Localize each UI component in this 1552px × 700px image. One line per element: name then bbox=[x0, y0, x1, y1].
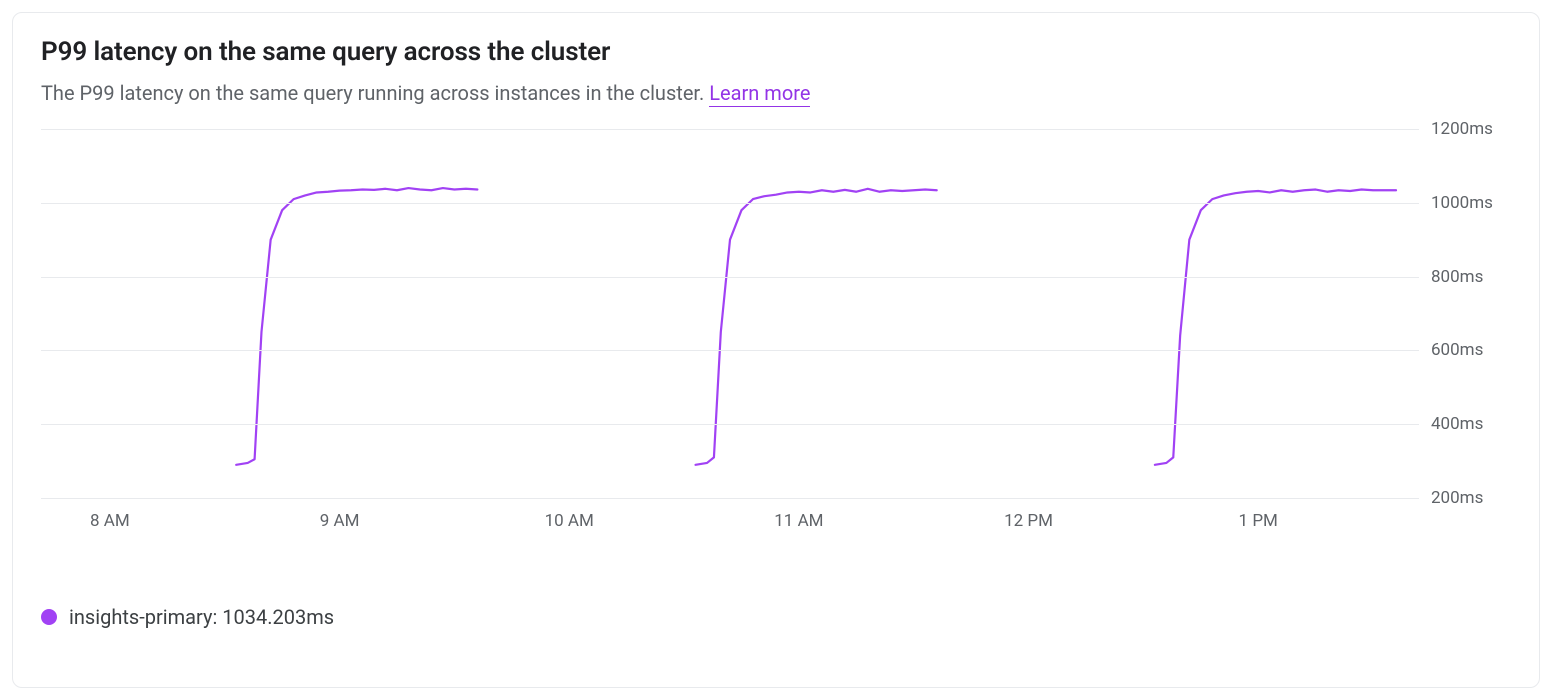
y-tick-label: 400ms bbox=[1431, 414, 1483, 434]
y-tick-label: 600ms bbox=[1431, 340, 1483, 360]
x-tick-label: 11 AM bbox=[774, 511, 823, 531]
legend-swatch-icon bbox=[41, 609, 57, 625]
x-tick-label: 10 AM bbox=[545, 511, 594, 531]
x-tick-label: 12 PM bbox=[1004, 511, 1053, 531]
y-tick-label: 800ms bbox=[1431, 267, 1483, 287]
chart-area: 200ms400ms600ms800ms1000ms1200ms 8 AM9 A… bbox=[41, 129, 1511, 549]
gridline bbox=[41, 350, 1419, 351]
chart-subtitle: The P99 latency on the same query runnin… bbox=[41, 81, 1511, 105]
x-tick-label: 1 PM bbox=[1239, 511, 1278, 531]
legend-series-name: insights-primary bbox=[69, 605, 212, 629]
x-tick-label: 8 AM bbox=[90, 511, 130, 531]
y-tick-label: 1200ms bbox=[1431, 119, 1493, 139]
y-axis: 200ms400ms600ms800ms1000ms1200ms bbox=[1431, 129, 1511, 499]
learn-more-link[interactable]: Learn more bbox=[709, 81, 810, 107]
subtitle-text: The P99 latency on the same query runnin… bbox=[41, 81, 709, 105]
legend-text: insights-primary: 1034.203ms bbox=[69, 605, 334, 629]
plot-area[interactable] bbox=[41, 129, 1419, 499]
x-axis: 8 AM 9 AM 10 AM 11 AM 12 PM 1 PM bbox=[41, 499, 1419, 549]
y-tick-label: 200ms bbox=[1431, 488, 1483, 508]
y-tick-label: 1000ms bbox=[1431, 193, 1493, 213]
chart-title: P99 latency on the same query across the… bbox=[41, 37, 1511, 67]
gridline bbox=[41, 203, 1419, 204]
series-lines bbox=[41, 129, 1419, 498]
gridline bbox=[41, 129, 1419, 130]
legend-value: 1034.203ms bbox=[222, 605, 334, 629]
chart-card: P99 latency on the same query across the… bbox=[12, 12, 1540, 688]
gridline bbox=[41, 277, 1419, 278]
legend: insights-primary: 1034.203ms bbox=[41, 605, 1511, 629]
gridline bbox=[41, 424, 1419, 425]
x-tick-label: 9 AM bbox=[320, 511, 360, 531]
